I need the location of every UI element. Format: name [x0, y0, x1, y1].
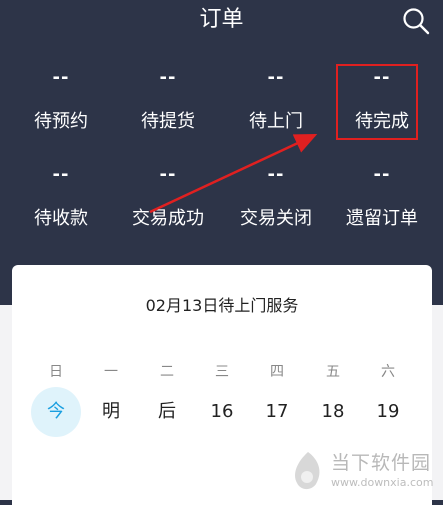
date-today[interactable]: 今 [31, 387, 81, 437]
status-label: 待上门 [249, 111, 303, 132]
weekday-label: 六 [381, 364, 395, 380]
status-label: 遗留订单 [346, 208, 418, 229]
status-label: 待预约 [34, 111, 88, 132]
app-header: 订单 [0, 0, 443, 44]
status-pending-visit[interactable]: -- 待上门 [226, 68, 326, 134]
status-count: -- [159, 67, 177, 88]
status-label: 交易关闭 [240, 208, 312, 229]
weekday-row: 日 一 二 三 四 五 六 [12, 361, 432, 381]
weekday-label: 一 [104, 364, 118, 380]
status-label: 交易成功 [132, 208, 204, 229]
watermark-text: 当下软件园 [331, 452, 432, 474]
status-label: 待提货 [141, 111, 195, 132]
weekday-label: 二 [160, 364, 174, 380]
status-pending-pickup[interactable]: -- 待提货 [118, 68, 218, 134]
status-label: 待收款 [34, 208, 88, 229]
status-count: -- [267, 67, 285, 88]
status-pending-appointment[interactable]: -- 待预约 [11, 68, 111, 134]
status-transaction-closed[interactable]: -- 交易关闭 [226, 165, 326, 231]
watermark-logo-icon [295, 452, 320, 490]
watermark-url: www.downxia.com [331, 476, 434, 489]
date-17[interactable]: 17 [252, 387, 302, 437]
status-pending-payment[interactable]: -- 待收款 [11, 165, 111, 231]
weekday-label: 日 [49, 364, 63, 380]
status-count: -- [52, 164, 70, 185]
weekday-label: 五 [326, 364, 340, 380]
status-count: -- [267, 164, 285, 185]
annotation-highlight-box [336, 64, 418, 140]
weekday-label: 四 [270, 364, 284, 380]
status-count: -- [373, 164, 391, 185]
date-tomorrow[interactable]: 明 [86, 387, 136, 437]
page-title: 订单 [199, 7, 244, 32]
status-count: -- [52, 67, 70, 88]
status-count: -- [159, 164, 177, 185]
date-day-after[interactable]: 后 [142, 387, 192, 437]
status-legacy-orders[interactable]: -- 遗留订单 [332, 165, 432, 231]
weekday-label: 三 [215, 364, 229, 380]
site-watermark: 当下软件园 www.downxia.com [289, 446, 439, 496]
date-16[interactable]: 16 [197, 387, 247, 437]
search-icon[interactable] [401, 6, 431, 36]
status-transaction-success[interactable]: -- 交易成功 [118, 165, 218, 231]
calendar-title: 02月13日待上门服务 [145, 296, 299, 315]
date-row: 今 明 后 16 17 18 19 [12, 387, 432, 437]
date-18[interactable]: 18 [308, 387, 358, 437]
date-19[interactable]: 19 [363, 387, 413, 437]
